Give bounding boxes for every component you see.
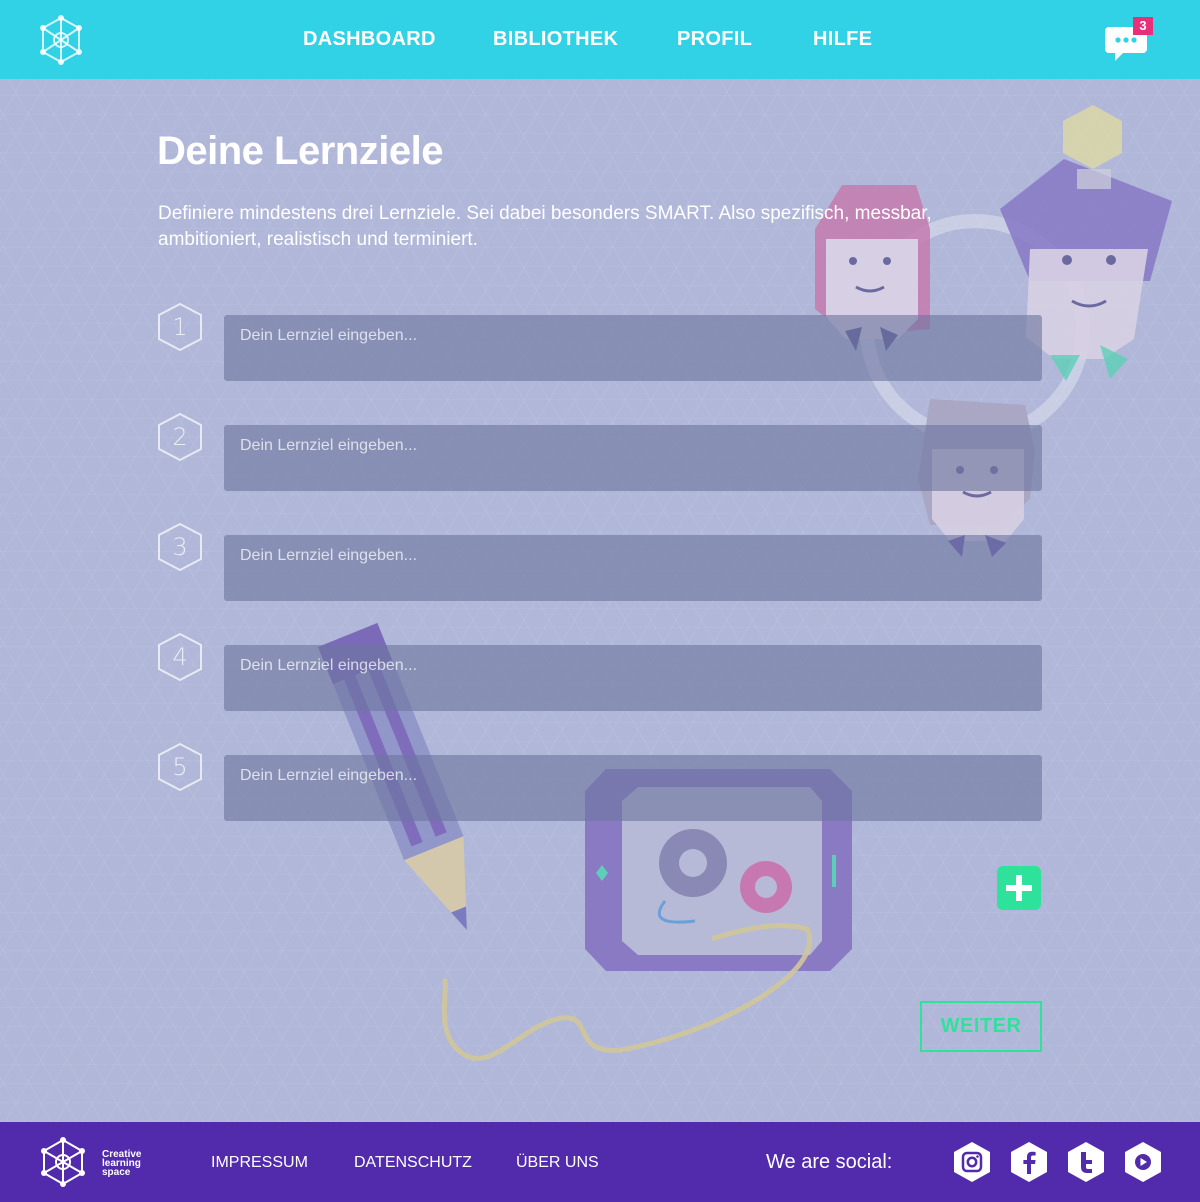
top-header: DASHBOARD BIBLIOTHEK PROFIL HILFE 3 xyxy=(0,0,1200,79)
add-goal-button[interactable] xyxy=(997,866,1041,910)
goal-number: 1 xyxy=(172,313,188,341)
nav-dashboard[interactable]: DASHBOARD xyxy=(303,28,436,51)
goal-number-badge: 3 xyxy=(157,522,203,572)
goal-row: 5 xyxy=(0,742,1200,821)
ueber-uns-link[interactable]: ÜBER UNS xyxy=(516,1154,599,1172)
goal-number: 4 xyxy=(172,643,188,671)
footer: Creative learning space IMPRESSUM DATENS… xyxy=(0,1122,1200,1202)
main-nav: DASHBOARD BIBLIOTHEK PROFIL HILFE xyxy=(0,0,1200,79)
goal-number-badge: 2 xyxy=(157,412,203,462)
goal-number-badge: 5 xyxy=(157,742,203,792)
goal-number: 5 xyxy=(172,753,188,781)
goal-row: 3 xyxy=(0,522,1200,601)
instagram-icon[interactable] xyxy=(953,1141,991,1183)
goal-input-3[interactable] xyxy=(224,535,1042,601)
page-description: Definiere mindestens drei Lernziele. Sei… xyxy=(158,203,932,250)
page-title: Deine Lernziele xyxy=(157,129,443,173)
nav-hilfe[interactable]: HILFE xyxy=(813,28,872,51)
youtube-icon[interactable] xyxy=(1124,1141,1162,1183)
plus-icon xyxy=(1006,875,1032,901)
brand-line: space xyxy=(102,1167,131,1178)
social-label: We are social: xyxy=(766,1151,893,1173)
message-count-badge: 3 xyxy=(1133,17,1153,35)
goal-input-4[interactable] xyxy=(224,645,1042,711)
goal-number-badge: 4 xyxy=(157,632,203,682)
impressum-link[interactable]: IMPRESSUM xyxy=(211,1154,308,1172)
datenschutz-link[interactable]: DATENSCHUTZ xyxy=(354,1154,472,1172)
goal-number: 3 xyxy=(172,533,188,561)
goal-row: 2 xyxy=(0,412,1200,491)
goal-input-1[interactable] xyxy=(224,315,1042,381)
goal-input-2[interactable] xyxy=(224,425,1042,491)
goal-number: 2 xyxy=(172,423,188,451)
brand-name: Creative learning space xyxy=(102,1150,141,1178)
goal-number-badge: 1 xyxy=(157,302,203,352)
nav-bibliothek[interactable]: BIBLIOTHEK xyxy=(493,28,618,51)
goal-input-5[interactable] xyxy=(224,755,1042,821)
twitter-icon[interactable] xyxy=(1067,1141,1105,1183)
facebook-icon[interactable] xyxy=(1010,1141,1048,1183)
main-content: Deine Lernziele Definiere mindestens dre… xyxy=(0,79,1200,1122)
goal-row: 1 xyxy=(0,302,1200,381)
nav-profil[interactable]: PROFIL xyxy=(677,28,752,51)
next-button[interactable]: WEITER xyxy=(920,1001,1042,1052)
goal-row: 4 xyxy=(0,632,1200,711)
logo-icon[interactable] xyxy=(36,1135,90,1189)
